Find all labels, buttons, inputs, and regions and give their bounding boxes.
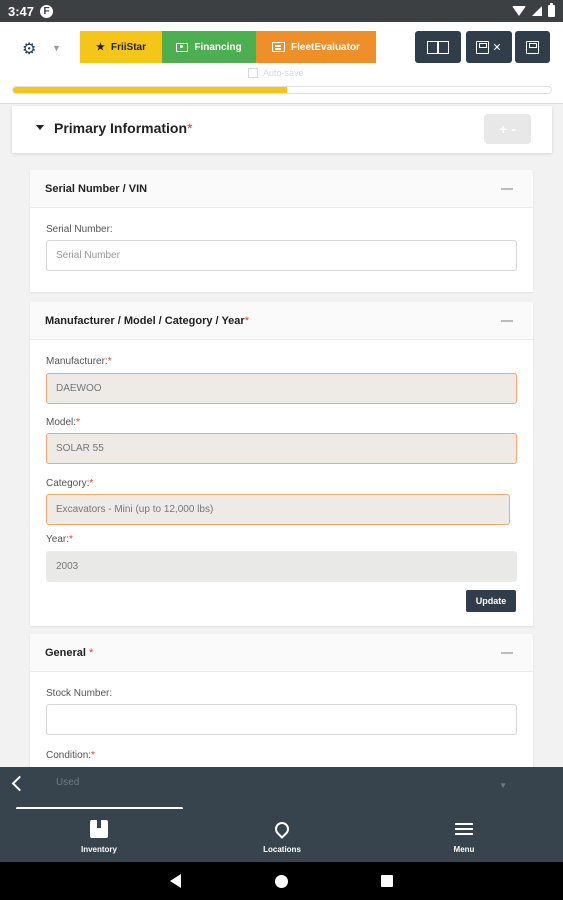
save-button[interactable] xyxy=(515,31,550,63)
status-bar: 3:47 F xyxy=(0,0,563,22)
split-view-button[interactable] xyxy=(415,31,461,63)
manufacturer-label: Manufacturer:* xyxy=(46,356,112,367)
year-field[interactable]: 2003 xyxy=(46,551,517,582)
category-label-text: Category: xyxy=(46,478,90,489)
card-header[interactable]: Serial Number / VIN xyxy=(30,170,533,208)
nav-locations[interactable]: Locations xyxy=(232,817,332,854)
category-label: Category:* xyxy=(46,478,93,489)
bottom-action-bar: Used ▼ xyxy=(0,767,563,810)
card-title: Serial Number / VIN xyxy=(45,183,148,195)
required-mark: * xyxy=(89,478,94,489)
nav-inventory-label: Inventory xyxy=(80,845,117,854)
stock-number-input[interactable] xyxy=(46,704,517,735)
chevron-left-icon[interactable] xyxy=(11,775,28,792)
condition-label-text: Condition: xyxy=(46,750,92,761)
chevron-down-icon[interactable]: ▼ xyxy=(52,43,61,53)
manufacturer-model-card: Manufacturer / Model / Category / Year* … xyxy=(30,302,533,626)
minus-icon: - xyxy=(511,121,516,137)
section-title-text: Primary Information xyxy=(54,120,188,136)
manufacturer-field[interactable]: DAEWOO xyxy=(46,373,517,404)
required-mark: * xyxy=(107,356,112,367)
update-button[interactable]: Update xyxy=(466,590,516,612)
status-icons xyxy=(512,3,555,17)
money-icon xyxy=(176,42,189,52)
card-header[interactable]: General * xyxy=(30,634,533,672)
gear-icon[interactable]: ⚙ xyxy=(22,39,36,59)
split-view-icon xyxy=(427,40,449,54)
checkbox-icon[interactable] xyxy=(248,68,258,78)
year-label: Year:* xyxy=(46,534,73,545)
model-label-text: Model: xyxy=(46,417,77,428)
required-mark: * xyxy=(89,647,94,659)
hamburger-menu-icon xyxy=(455,827,473,831)
nav-inventory[interactable]: Inventory xyxy=(49,817,149,854)
auto-save-toggle[interactable]: Auto-save xyxy=(248,68,304,78)
minus-icon[interactable] xyxy=(501,320,513,322)
required-mark: * xyxy=(244,315,249,327)
model-field[interactable]: SOLAR 55 xyxy=(46,433,517,464)
year-label-text: Year: xyxy=(46,534,69,545)
auto-save-label: Auto-save xyxy=(263,68,304,78)
wifi-icon xyxy=(512,6,526,16)
required-mark: * xyxy=(91,750,95,761)
caret-down-icon[interactable] xyxy=(36,125,44,130)
expand-collapse-all-button[interactable]: + - xyxy=(484,114,531,144)
category-field[interactable]: Excavators - Mini (up to 12,000 lbs) xyxy=(46,494,510,525)
save-close-button[interactable]: ✕ xyxy=(466,31,512,63)
progress-bar xyxy=(12,86,552,94)
nav-menu[interactable]: Menu xyxy=(414,817,514,854)
progress-fill xyxy=(13,87,288,93)
card-title-text: Manufacturer / Model / Category / Year xyxy=(45,315,245,327)
save-icon xyxy=(476,40,490,54)
card-header[interactable]: Manufacturer / Model / Category / Year* xyxy=(30,302,533,340)
top-toolbar: ⚙ ▼ ★ FriiStar Financing FleetEvaluator … xyxy=(0,22,563,104)
system-back-icon[interactable] xyxy=(170,874,181,888)
required-mark: * xyxy=(76,417,80,428)
primary-information-section: Primary Information* + - xyxy=(12,106,552,153)
serial-number-card: Serial Number / VIN Serial Number: Seria… xyxy=(30,170,533,292)
serial-number-input[interactable]: Serial Number xyxy=(46,240,517,271)
bottom-navigation: Inventory Locations Menu xyxy=(0,809,563,862)
friistar-label: FriiStar xyxy=(110,41,146,53)
friistar-button[interactable]: ★ FriiStar xyxy=(80,31,162,63)
list-icon xyxy=(272,42,286,52)
stock-number-label: Stock Number: xyxy=(46,688,113,699)
fleetevaluator-label: FleetEvaluator xyxy=(291,41,360,53)
condition-label: Condition:* xyxy=(46,750,95,761)
system-navigation-bar xyxy=(0,862,563,900)
battery-icon xyxy=(548,3,555,17)
box-icon xyxy=(90,820,108,838)
model-label: Model:* xyxy=(46,417,80,428)
notification-icon: F xyxy=(40,4,54,18)
location-pin-icon xyxy=(272,819,292,839)
plus-icon: + xyxy=(499,121,508,137)
save-icon xyxy=(526,40,539,54)
chevron-down-icon[interactable]: ▼ xyxy=(499,781,507,790)
section-title[interactable]: Primary Information* xyxy=(54,120,192,136)
condition-select-value[interactable]: Used xyxy=(56,777,79,788)
fleetevaluator-button[interactable]: FleetEvaluator xyxy=(256,31,376,63)
card-title: Manufacturer / Model / Category / Year* xyxy=(45,315,249,327)
system-recents-icon[interactable] xyxy=(381,875,393,887)
minus-icon[interactable] xyxy=(501,188,513,190)
system-home-icon[interactable] xyxy=(275,875,288,888)
star-icon: ★ xyxy=(96,41,105,53)
manufacturer-label-text: Manufacturer: xyxy=(46,356,108,367)
minus-icon[interactable] xyxy=(501,652,513,654)
serial-number-label: Serial Number: xyxy=(46,224,113,235)
close-icon: ✕ xyxy=(492,41,502,54)
general-card: General * Stock Number: Condition:* xyxy=(30,634,533,774)
card-title-text: General xyxy=(45,647,86,659)
financing-label: Financing xyxy=(194,41,242,53)
nav-menu-label: Menu xyxy=(453,845,475,854)
card-title: General * xyxy=(45,647,93,659)
nav-locations-label: Locations xyxy=(263,845,301,854)
cellular-icon xyxy=(532,6,542,16)
status-time: 3:47 xyxy=(8,3,35,19)
financing-button[interactable]: Financing xyxy=(162,31,256,63)
required-mark: * xyxy=(68,534,73,545)
required-mark: * xyxy=(187,120,193,136)
